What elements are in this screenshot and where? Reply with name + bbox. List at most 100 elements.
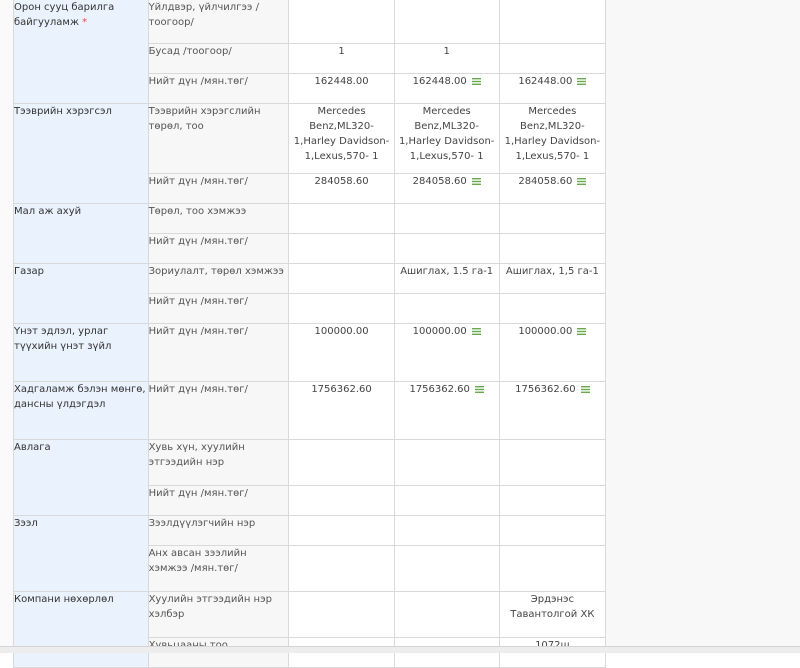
value-text: 1756362.60 bbox=[515, 384, 576, 395]
value-cell[interactable]: 1756362.60 bbox=[393, 381, 500, 440]
list-menu-icon[interactable] bbox=[577, 77, 587, 85]
value-text: 284058.60 bbox=[518, 176, 573, 187]
value-cell[interactable] bbox=[498, 0, 607, 44]
value-cell[interactable] bbox=[393, 233, 500, 264]
value-cell[interactable] bbox=[393, 545, 500, 592]
value-cell[interactable]: Mercedes Benz,ML320- 1,Harley Davidson- … bbox=[393, 103, 500, 174]
row-label: Хуулийн этгээдийн нэр хэлбэр bbox=[147, 591, 290, 638]
value-cell[interactable] bbox=[393, 203, 500, 234]
value-cell[interactable]: 1 bbox=[288, 43, 395, 74]
value-cell[interactable] bbox=[498, 293, 607, 324]
row-label: Үйлдвэр, үйлчилгээ /тоогоор/ bbox=[147, 0, 290, 44]
value-cell[interactable] bbox=[288, 485, 395, 516]
value-cell[interactable] bbox=[288, 233, 395, 264]
value-text: 284058.60 bbox=[314, 176, 369, 187]
value-cell[interactable] bbox=[288, 0, 395, 44]
asset-declaration-table: Орон сууц барилга байгууламж * Үйлдвэр, … bbox=[13, 0, 607, 668]
row-label: Нийт дүн /мян.төг/ bbox=[147, 381, 290, 440]
table-row: Мал аж ахуй Төрөл, тоо хэмжээ bbox=[13, 203, 607, 264]
value-cell[interactable]: 100000.00 bbox=[393, 323, 500, 382]
value-cell[interactable]: 162448.00 bbox=[393, 73, 500, 104]
value-cell[interactable] bbox=[393, 591, 500, 638]
value-cell[interactable] bbox=[393, 0, 500, 44]
value-cell[interactable]: Mercedes Benz,ML320- 1,Harley Davidson- … bbox=[498, 103, 607, 174]
value-cell[interactable] bbox=[288, 545, 395, 592]
value-cell[interactable]: Эрдэнэс Тавантолгой ХК bbox=[498, 591, 607, 638]
table-row: Авлага Хувь хүн, хуулийн этгээдийн нэр bbox=[13, 439, 607, 516]
row-label: Зээлдүүлэгчийн нэр bbox=[147, 515, 290, 546]
category-loans: Зээл bbox=[13, 515, 149, 592]
table-row: Газар Зориулалт, төрөл хэмжээ Ашиглах, 1… bbox=[13, 263, 607, 324]
value-cell[interactable]: 1 bbox=[393, 43, 500, 74]
value-cell[interactable] bbox=[498, 485, 607, 516]
value-cell[interactable] bbox=[288, 293, 395, 324]
row-label: Нийт дүн /мян.төг/ bbox=[147, 233, 290, 264]
value-cell[interactable]: 1756362.60 bbox=[288, 381, 395, 440]
value-cell[interactable]: 100000.00 bbox=[498, 323, 607, 382]
value-cell[interactable] bbox=[498, 43, 607, 74]
value-cell[interactable]: 162448.00 bbox=[288, 73, 395, 104]
value-cell[interactable] bbox=[498, 233, 607, 264]
value-cell[interactable]: Ашиглах, 1.5 га-1 bbox=[393, 263, 500, 294]
row-label: Нийт дүн /мян.төг/ bbox=[147, 293, 290, 324]
list-menu-icon[interactable] bbox=[580, 385, 590, 393]
value-text: 284058.60 bbox=[412, 176, 467, 187]
table-row: Компани нөхөрлөл Хуулийн этгээдийн нэр х… bbox=[13, 591, 607, 668]
value-cell[interactable] bbox=[393, 515, 500, 546]
row-label: Хувь хүн, хуулийн этгээдийн нэр bbox=[147, 439, 290, 486]
category-savings: Хадгаламж бэлэн мөнгө, дансны үлдэгдэл bbox=[13, 381, 149, 440]
row-label: Нийт дүн /мян.төг/ bbox=[147, 173, 290, 204]
value-cell[interactable] bbox=[498, 545, 607, 592]
category-valuables: Үнэт эдлэл, урлаг түүхийн үнэт зүйл bbox=[13, 323, 149, 382]
value-cell[interactable]: 284058.60 bbox=[498, 173, 607, 204]
table-row: Хадгаламж бэлэн мөнгө, дансны үлдэгдэл Н… bbox=[13, 381, 607, 440]
value-cell[interactable] bbox=[393, 439, 500, 486]
list-menu-icon[interactable] bbox=[471, 177, 481, 185]
row-label: Бусад /тоогоор/ bbox=[147, 43, 290, 74]
value-cell[interactable] bbox=[393, 293, 500, 324]
value-cell[interactable] bbox=[288, 439, 395, 486]
value-text: 1756362.60 bbox=[409, 384, 470, 395]
row-label: Нийт дүн /мян.төг/ bbox=[147, 323, 290, 382]
value-text: 100000.00 bbox=[412, 326, 467, 337]
value-cell[interactable] bbox=[288, 591, 395, 638]
value-cell[interactable] bbox=[498, 439, 607, 486]
list-menu-icon[interactable] bbox=[474, 385, 484, 393]
right-side-panel bbox=[606, 0, 800, 652]
category-land: Газар bbox=[13, 263, 149, 324]
required-marker: * bbox=[82, 17, 88, 28]
category-label: Орон сууц барилга байгууламж bbox=[14, 2, 115, 28]
row-label: Анх авсан зээлийн хэмжээ /мян.төг/ bbox=[147, 545, 290, 592]
value-cell[interactable] bbox=[498, 203, 607, 234]
list-menu-icon[interactable] bbox=[577, 327, 587, 335]
value-cell[interactable]: 284058.60 bbox=[393, 173, 500, 204]
value-text: 162448.00 bbox=[412, 76, 467, 87]
table-row: Зээл Зээлдүүлэгчийн нэр bbox=[13, 515, 607, 592]
value-cell[interactable] bbox=[498, 515, 607, 546]
table-row: Тээврийн хэрэгсэл Тээврийн хэрэгслийн тө… bbox=[13, 103, 607, 204]
category-housing: Орон сууц барилга байгууламж * bbox=[13, 0, 149, 104]
table-row: Орон сууц барилга байгууламж * Үйлдвэр, … bbox=[13, 0, 607, 104]
value-cell[interactable] bbox=[288, 263, 395, 294]
row-label: Нийт дүн /мян.төг/ bbox=[147, 485, 290, 516]
category-livestock: Мал аж ахуй bbox=[13, 203, 149, 264]
value-text: 162448.00 bbox=[518, 76, 573, 87]
list-menu-icon[interactable] bbox=[471, 77, 481, 85]
table-row: Үнэт эдлэл, урлаг түүхийн үнэт зүйл Нийт… bbox=[13, 323, 607, 382]
value-cell[interactable] bbox=[288, 515, 395, 546]
value-cell[interactable]: Ашиглах, 1,5 га-1 bbox=[498, 263, 607, 294]
value-cell[interactable] bbox=[288, 203, 395, 234]
value-text: 162448.00 bbox=[314, 76, 369, 87]
value-cell[interactable]: Mercedes Benz,ML320- 1,Harley Davidson- … bbox=[288, 103, 395, 174]
value-text: 100000.00 bbox=[314, 326, 369, 337]
row-label: Тээврийн хэрэгслийн төрөл, тоо bbox=[147, 103, 290, 174]
list-menu-icon[interactable] bbox=[577, 177, 587, 185]
value-cell[interactable]: 284058.60 bbox=[288, 173, 395, 204]
value-cell[interactable]: 100000.00 bbox=[288, 323, 395, 382]
list-menu-icon[interactable] bbox=[471, 327, 481, 335]
value-cell[interactable]: 162448.00 bbox=[498, 73, 607, 104]
value-cell[interactable] bbox=[393, 485, 500, 516]
category-vehicles: Тээврийн хэрэгсэл bbox=[13, 103, 149, 204]
value-text: 100000.00 bbox=[518, 326, 573, 337]
value-cell[interactable]: 1756362.60 bbox=[498, 381, 607, 440]
